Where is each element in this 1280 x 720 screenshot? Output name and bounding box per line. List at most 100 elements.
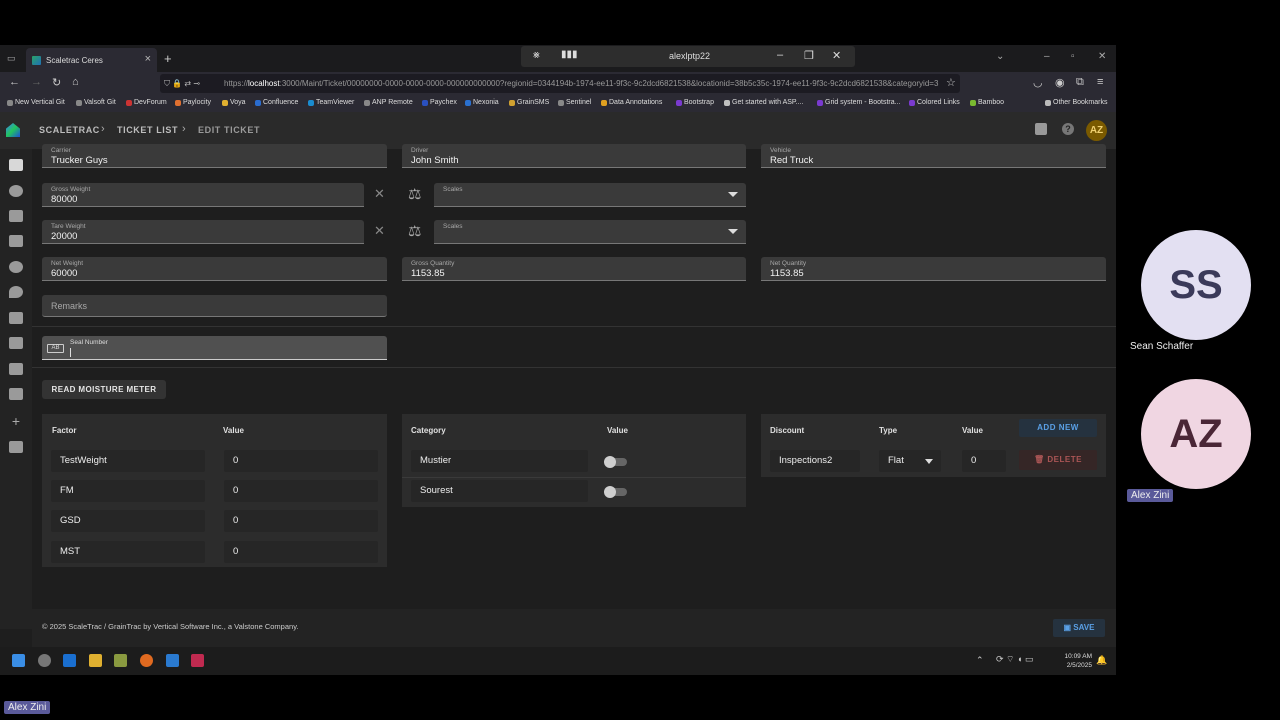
- truck-icon[interactable]: [9, 312, 23, 324]
- bookmark-item[interactable]: Get started with ASP....: [724, 99, 803, 106]
- tickets-icon[interactable]: [9, 159, 23, 171]
- taskbar-clock[interactable]: 10:09 AM 2/5/2025: [1060, 652, 1092, 670]
- bookmark-item[interactable]: TeamViewer: [308, 99, 354, 106]
- back-icon[interactable]: ←: [9, 76, 20, 88]
- category-toggle[interactable]: [604, 456, 627, 468]
- windows-start-icon[interactable]: [12, 654, 25, 667]
- bookmark-item[interactable]: Grid system - Bootstra...: [817, 99, 900, 106]
- browser-tab[interactable]: Scaletrac Ceres ×: [26, 48, 157, 72]
- tray-icons[interactable]: ⟳ ⌔ ◖ ▭: [996, 654, 1033, 665]
- clear-tare-weight-icon[interactable]: ✕: [374, 223, 385, 239]
- user-icon[interactable]: [9, 185, 23, 197]
- bookmark-item[interactable]: New Vertical Git: [7, 99, 65, 106]
- bookmark-item[interactable]: Voya: [222, 99, 246, 106]
- home-icon[interactable]: ⌂: [72, 76, 79, 88]
- tray-chevron-icon[interactable]: ⌃: [976, 655, 984, 666]
- truck-fleet-icon[interactable]: [9, 441, 23, 453]
- gross-quantity-field[interactable]: Gross Quantity 1153.85: [402, 257, 746, 281]
- pin-icon[interactable]: ⨳: [533, 49, 540, 62]
- new-tab-icon[interactable]: +: [164, 51, 172, 66]
- scale-icon[interactable]: [9, 337, 23, 349]
- bookmark-star-icon[interactable]: ☆: [946, 76, 956, 89]
- scaletrac-logo-icon[interactable]: [6, 123, 20, 137]
- bookmark-item[interactable]: Bootstrap: [676, 99, 714, 106]
- reload-icon[interactable]: ↻: [52, 76, 61, 89]
- bookmark-item[interactable]: Nexonia: [465, 99, 499, 106]
- window-maximize-icon[interactable]: ▫: [1071, 51, 1075, 62]
- location-pin-icon[interactable]: [9, 286, 23, 298]
- bookmark-item[interactable]: Paylocity: [175, 99, 211, 106]
- firefox-icon[interactable]: [140, 654, 153, 667]
- save-button[interactable]: ▣ SAVE: [1053, 619, 1105, 637]
- edit-icon[interactable]: [9, 363, 23, 375]
- bookmark-item[interactable]: Sentinel: [558, 99, 591, 106]
- tab-list-icon[interactable]: ▭: [7, 53, 16, 64]
- document-icon[interactable]: [9, 388, 23, 400]
- close-tab-icon[interactable]: ×: [145, 53, 151, 65]
- gross-scales-select[interactable]: Scales: [434, 183, 746, 207]
- grain-icon[interactable]: [9, 210, 23, 222]
- vscode-icon[interactable]: [166, 654, 179, 667]
- net-quantity-field[interactable]: Net Quantity 1153.85: [761, 257, 1106, 281]
- bookmark-item[interactable]: Paychex: [422, 99, 457, 106]
- breadcrumb-ticket-list[interactable]: TICKET LIST: [117, 125, 178, 135]
- extensions-icon[interactable]: ⧉: [1076, 76, 1084, 89]
- scale-balance-icon[interactable]: ⚖: [408, 222, 421, 240]
- factor-value-input[interactable]: 0: [224, 450, 378, 472]
- clear-gross-weight-icon[interactable]: ✕: [374, 186, 385, 202]
- window-close-icon[interactable]: ✕: [1098, 51, 1106, 62]
- category-toggle[interactable]: [604, 486, 627, 498]
- bookmark-item[interactable]: Colored Links: [909, 99, 960, 106]
- window-minimize-icon[interactable]: –: [1044, 51, 1050, 62]
- bookmark-item[interactable]: Valsoft Git: [76, 99, 116, 106]
- outlook-icon[interactable]: [63, 654, 76, 667]
- carrier-field[interactable]: Carrier Trucker Guys: [42, 144, 387, 168]
- discount-name[interactable]: Inspections2: [770, 450, 860, 472]
- bookmark-item[interactable]: Bamboo: [970, 99, 1004, 106]
- factor-value-input[interactable]: 0: [224, 480, 378, 502]
- restore-icon[interactable]: ❐: [804, 49, 814, 62]
- help-icon[interactable]: ?: [1062, 123, 1074, 135]
- plus-icon[interactable]: +: [9, 414, 23, 428]
- factor-value-input[interactable]: 0: [224, 510, 378, 532]
- search-icon[interactable]: [38, 654, 51, 667]
- report-icon[interactable]: [1035, 123, 1047, 135]
- database-icon[interactable]: [9, 235, 23, 247]
- bookmark-item[interactable]: Confluence: [255, 99, 298, 106]
- gross-weight-field[interactable]: Gross Weight 80000: [42, 183, 364, 207]
- forward-icon[interactable]: →: [31, 76, 42, 88]
- account-icon[interactable]: ◉: [1055, 76, 1065, 89]
- factor-value-input[interactable]: 0: [224, 541, 378, 563]
- pocket-icon[interactable]: ◡: [1033, 76, 1043, 89]
- close-icon[interactable]: ✕: [832, 49, 841, 62]
- address-bar[interactable]: ⛉ 🔒 ⇄ ⊸ https://localhost:3000/Maint/Tic…: [160, 74, 960, 93]
- bookmark-item[interactable]: Data Annotations: [601, 99, 662, 106]
- shield-icon[interactable]: ⛉ 🔒 ⇄ ⊸: [164, 74, 200, 93]
- bookmark-item[interactable]: ANP Remote: [364, 99, 413, 106]
- rider-icon[interactable]: [191, 654, 204, 667]
- discount-type-select[interactable]: Flat: [879, 450, 941, 472]
- vehicle-field[interactable]: Vehicle Red Truck: [761, 144, 1106, 168]
- globe-icon[interactable]: [9, 261, 23, 273]
- other-bookmarks[interactable]: Other Bookmarks: [1045, 99, 1107, 106]
- tab-dropdown-icon[interactable]: ⌄: [996, 51, 1004, 62]
- read-moisture-meter-button[interactable]: READ MOISTURE METER: [42, 380, 166, 399]
- bookmark-item[interactable]: DevForum: [126, 99, 167, 106]
- driver-field[interactable]: Driver John Smith: [402, 144, 746, 168]
- tare-weight-field[interactable]: Tare Weight 20000: [42, 220, 364, 244]
- app-icon[interactable]: [114, 654, 127, 667]
- notification-bell-icon[interactable]: 🔔: [1096, 655, 1107, 666]
- seal-number-input[interactable]: AB Seal Number: [42, 336, 387, 360]
- delete-discount-button[interactable]: 🗑 DELETE: [1019, 450, 1097, 470]
- net-weight-field[interactable]: Net Weight 60000: [42, 257, 387, 281]
- discount-value-input[interactable]: 0: [962, 450, 1006, 472]
- breadcrumb-scaletrac[interactable]: SCALETRAC: [39, 125, 100, 135]
- minimize-icon[interactable]: –: [777, 49, 783, 61]
- scale-balance-icon[interactable]: ⚖: [408, 185, 421, 203]
- file-explorer-icon[interactable]: [89, 654, 102, 667]
- tare-scales-select[interactable]: Scales: [434, 220, 746, 244]
- menu-icon[interactable]: ≡: [1097, 76, 1103, 88]
- add-new-discount-button[interactable]: ADD NEW: [1019, 419, 1097, 437]
- remarks-input[interactable]: Remarks: [42, 295, 387, 317]
- bookmark-item[interactable]: GrainSMS: [509, 99, 549, 106]
